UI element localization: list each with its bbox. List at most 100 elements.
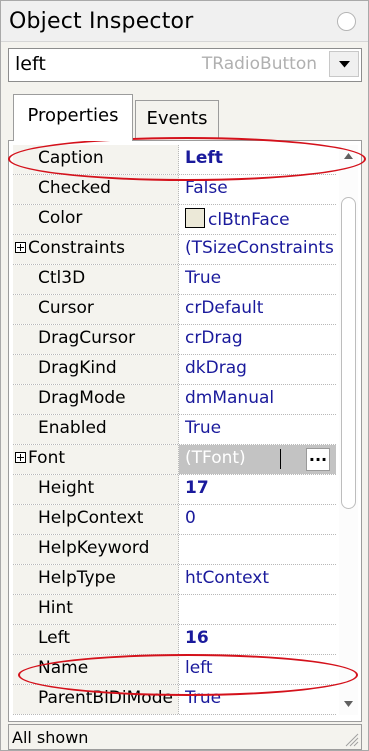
property-row-font[interactable]: Font (TFont) ... — [13, 445, 336, 475]
property-name-cell: Left — [13, 625, 179, 654]
property-value[interactable]: True — [185, 268, 335, 288]
property-name-cell: Color — [13, 205, 179, 234]
status-text: All shown — [12, 728, 89, 747]
selected-object-name: left — [15, 53, 46, 75]
property-row-checked[interactable]: Checked False — [13, 175, 336, 205]
property-name-cell: Constraints — [13, 235, 179, 264]
property-value[interactable]: True — [185, 688, 335, 708]
property-value[interactable]: 0 — [185, 508, 335, 528]
plus-box-icon[interactable] — [15, 452, 26, 463]
property-name-cell: HelpKeyword — [13, 535, 179, 564]
property-value[interactable]: Left — [185, 148, 335, 168]
property-row-ctl3d[interactable]: Ctl3D True — [13, 265, 336, 295]
property-name: HelpType — [38, 568, 116, 588]
size-grip-icon[interactable] — [343, 731, 359, 747]
property-name: HelpContext — [38, 508, 144, 528]
property-name: Font — [28, 448, 66, 468]
property-value[interactable]: 16 — [185, 628, 335, 648]
property-row-helpcontext[interactable]: HelpContext 0 — [13, 505, 336, 535]
property-name-cell: Enabled — [13, 415, 179, 444]
property-name-cell: Hint — [13, 595, 179, 624]
vertical-scrollbar[interactable] — [339, 145, 358, 715]
tab-properties-label: Properties — [27, 105, 119, 126]
property-name-cell: Caption — [13, 145, 179, 174]
property-value[interactable]: left — [185, 658, 335, 678]
property-name: ParentBiDiMode — [38, 688, 173, 708]
property-name: Checked — [38, 178, 111, 198]
property-row-hint[interactable]: Hint — [13, 595, 336, 625]
property-row-parentbidimode[interactable]: ParentBiDiMode True — [13, 685, 336, 715]
property-name-cell: Height — [13, 475, 179, 504]
property-name-cell: Ctl3D — [13, 265, 179, 294]
property-row-name[interactable]: Name left — [13, 655, 336, 685]
status-bar: All shown — [8, 724, 362, 750]
object-selector-combo[interactable]: left TRadioButton — [8, 48, 362, 82]
object-inspector-window: Object Inspector left TRadioButton Prope… — [0, 0, 369, 751]
property-value[interactable]: (TSizeConstraints) — [185, 238, 335, 258]
property-name: Constraints — [28, 238, 125, 258]
property-name-cell: DragCursor — [13, 325, 179, 354]
property-row-caption[interactable]: Caption Left — [13, 145, 336, 175]
property-row-helptype[interactable]: HelpType htContext — [13, 565, 336, 595]
triangle-up-icon[interactable] — [344, 153, 353, 159]
property-name: Left — [38, 628, 70, 648]
property-value[interactable]: False — [185, 178, 335, 198]
property-value: clBtnFace — [208, 210, 290, 230]
property-row-color[interactable]: Color clBtnFace — [13, 205, 336, 235]
ellipsis-button[interactable]: ... — [306, 448, 330, 471]
property-name-cell: DragKind — [13, 355, 179, 384]
property-value[interactable]: crDrag — [185, 328, 335, 348]
property-name: Enabled — [38, 418, 107, 438]
font-value-editor[interactable]: (TFont) ... — [179, 445, 336, 474]
property-row-enabled[interactable]: Enabled True — [13, 415, 336, 445]
property-name-cell: Cursor — [13, 295, 179, 324]
circle-icon[interactable] — [337, 12, 356, 31]
selected-object-type: TRadioButton — [201, 54, 317, 74]
color-swatch — [185, 208, 205, 228]
property-name-cell: HelpType — [13, 565, 179, 594]
tab-properties[interactable]: Properties — [13, 94, 133, 141]
plus-box-icon[interactable] — [15, 242, 26, 253]
property-name: Hint — [38, 598, 73, 618]
property-value[interactable]: dkDrag — [185, 358, 335, 378]
property-name: Height — [38, 478, 95, 498]
property-grid: Caption Left Checked False Color clBtnFa… — [13, 145, 336, 715]
property-name: Color — [38, 208, 83, 228]
property-name-cell: HelpContext — [13, 505, 179, 534]
property-row-constraints[interactable]: Constraints (TSizeConstraints) — [13, 235, 336, 265]
property-name: HelpKeyword — [38, 538, 150, 558]
dropdown-button[interactable] — [329, 51, 359, 77]
property-value-wrap[interactable]: clBtnFace — [185, 208, 335, 230]
properties-panel: Caption Left Checked False Color clBtnFa… — [8, 140, 362, 722]
scrollbar-thumb[interactable] — [341, 197, 356, 509]
tab-events-label: Events — [146, 108, 208, 129]
property-name: Name — [38, 658, 89, 678]
property-value[interactable]: dmManual — [185, 388, 335, 408]
property-name-cell: ParentBiDiMode — [13, 685, 179, 714]
property-name: DragCursor — [38, 328, 136, 348]
text-caret — [280, 449, 281, 469]
property-value[interactable]: htContext — [185, 568, 335, 588]
property-name-cell: Name — [13, 655, 179, 684]
property-name-cell: Checked — [13, 175, 179, 204]
property-name: Caption — [38, 148, 104, 168]
property-name: DragKind — [38, 358, 117, 378]
property-row-dragmode[interactable]: DragMode dmManual — [13, 385, 336, 415]
property-name-cell: Font — [13, 445, 179, 474]
property-value[interactable]: 17 — [185, 478, 335, 498]
property-row-dragkind[interactable]: DragKind dkDrag — [13, 355, 336, 385]
property-value[interactable]: crDefault — [185, 298, 335, 318]
property-name-cell: DragMode — [13, 385, 179, 414]
property-name: Ctl3D — [38, 268, 86, 288]
property-row-dragcursor[interactable]: DragCursor crDrag — [13, 325, 336, 355]
tab-events[interactable]: Events — [135, 100, 219, 139]
triangle-down-icon[interactable] — [344, 701, 353, 707]
property-value[interactable]: True — [185, 418, 335, 438]
property-row-height[interactable]: Height 17 — [13, 475, 336, 505]
property-name: DragMode — [38, 388, 126, 408]
property-row-cursor[interactable]: Cursor crDefault — [13, 295, 336, 325]
chevron-down-icon — [339, 61, 350, 68]
property-row-helpkeyword[interactable]: HelpKeyword — [13, 535, 336, 565]
property-row-left[interactable]: Left 16 — [13, 625, 336, 655]
title-bar[interactable]: Object Inspector — [1, 1, 368, 42]
